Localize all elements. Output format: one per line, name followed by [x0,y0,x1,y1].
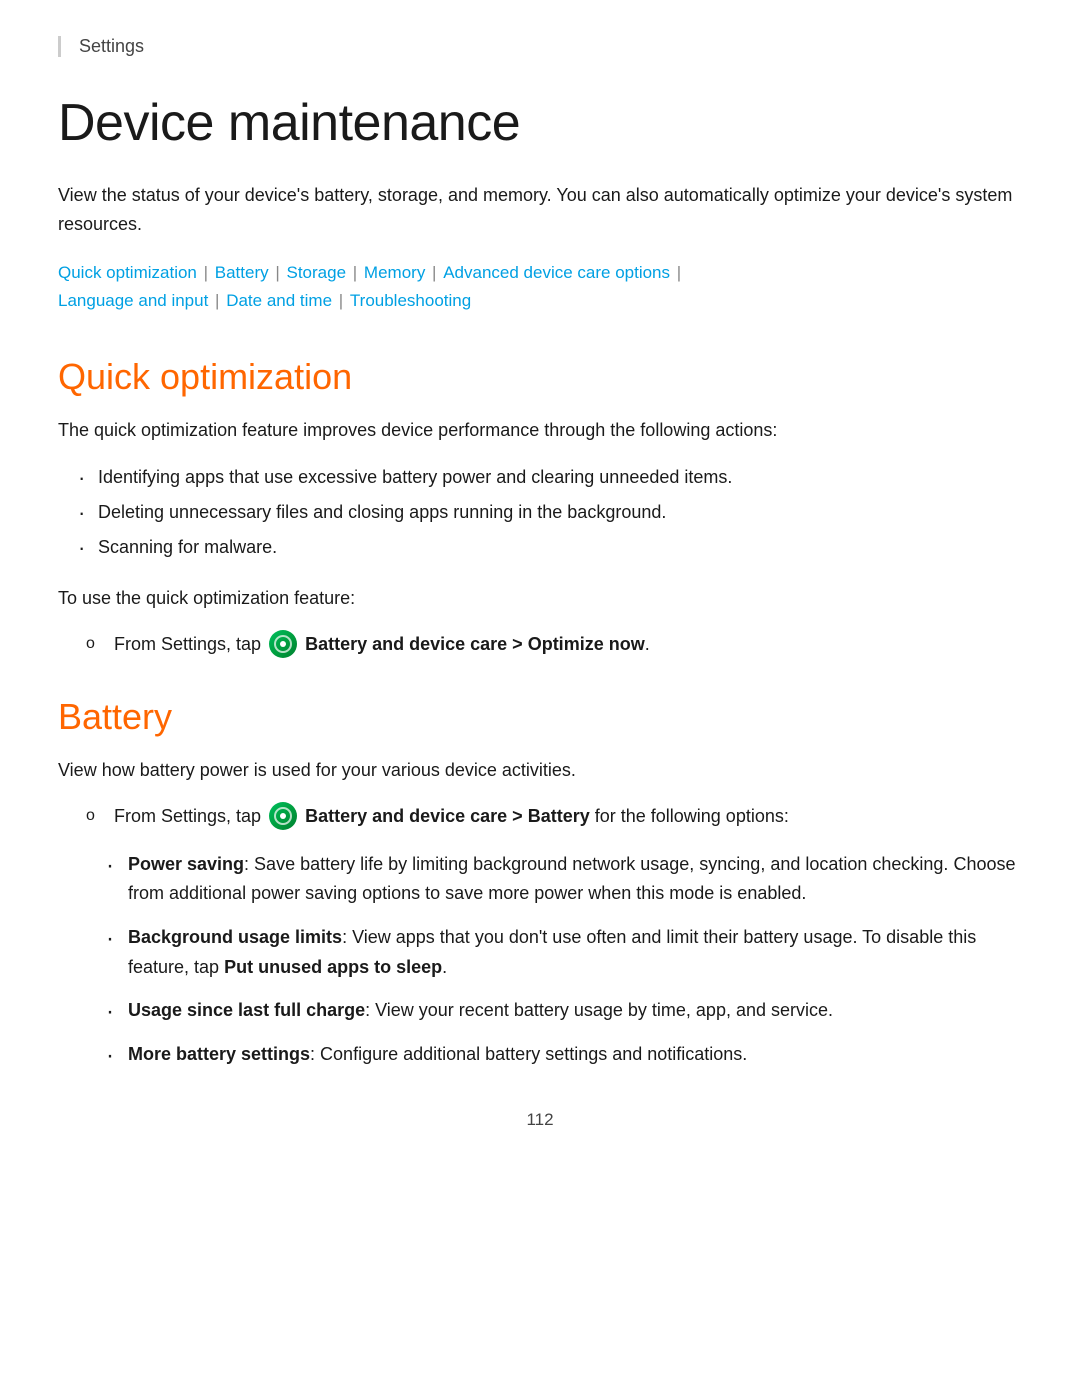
list-item: Power saving: Save battery life by limit… [106,850,1022,909]
quick-optimization-steps: From Settings, tap Battery and device ca… [86,630,1022,659]
list-item: Deleting unnecessary files and closing a… [78,498,1022,527]
bold-text: Battery and device care > Optimize now [305,634,645,654]
quick-optimization-instruction-prefix: To use the quick optimization feature: [58,584,1022,613]
breadcrumb: Settings [58,36,1022,57]
nav-link-date-and-time[interactable]: Date and time [226,291,332,310]
intro-text: View the status of your device's battery… [58,181,1022,239]
list-item: Usage since last full charge: View your … [106,996,1022,1026]
page-number: 112 [58,1110,1022,1130]
bold-text: Background usage limits [128,927,342,947]
list-item: Background usage limits: View apps that … [106,923,1022,982]
list-item: More battery settings: Configure additio… [106,1040,1022,1070]
page-title: Device maintenance [58,93,1022,153]
nav-link-advanced-device-care[interactable]: Advanced device care options [443,263,670,282]
list-item: Scanning for malware. [78,533,1022,562]
quick-optimization-intro: The quick optimization feature improves … [58,416,1022,445]
bold-text: Battery and device care > Battery [305,806,590,826]
nav-links: Quick optimization | Battery | Storage |… [58,259,1022,317]
battery-title: Battery [58,696,1022,738]
list-item: From Settings, tap Battery and device ca… [86,630,1022,659]
bold-text: More battery settings [128,1044,310,1064]
battery-device-care-icon [269,630,297,658]
battery-section: Battery View how battery power is used f… [58,696,1022,1070]
battery-steps: From Settings, tap Battery and device ca… [86,802,1022,831]
bold-text: Power saving [128,854,244,874]
nav-link-troubleshooting[interactable]: Troubleshooting [350,291,471,310]
bold-text: Put unused apps to sleep [224,957,442,977]
list-item: From Settings, tap Battery and device ca… [86,802,1022,831]
quick-optimization-section: Quick optimization The quick optimizatio… [58,356,1022,659]
page-container: Settings Device maintenance View the sta… [0,0,1080,1397]
nav-link-language-and-input[interactable]: Language and input [58,291,208,310]
nav-link-quick-optimization[interactable]: Quick optimization [58,263,197,282]
quick-optimization-title: Quick optimization [58,356,1022,398]
bold-text: Usage since last full charge [128,1000,365,1020]
battery-device-care-icon-2 [269,802,297,830]
quick-optimization-bullets: Identifying apps that use excessive batt… [78,463,1022,561]
nav-link-memory[interactable]: Memory [364,263,425,282]
nav-link-storage[interactable]: Storage [287,263,347,282]
battery-intro: View how battery power is used for your … [58,756,1022,785]
list-item: Identifying apps that use excessive batt… [78,463,1022,492]
battery-options-list: Power saving: Save battery life by limit… [106,850,1022,1070]
nav-link-battery[interactable]: Battery [215,263,269,282]
breadcrumb-label: Settings [79,36,144,56]
